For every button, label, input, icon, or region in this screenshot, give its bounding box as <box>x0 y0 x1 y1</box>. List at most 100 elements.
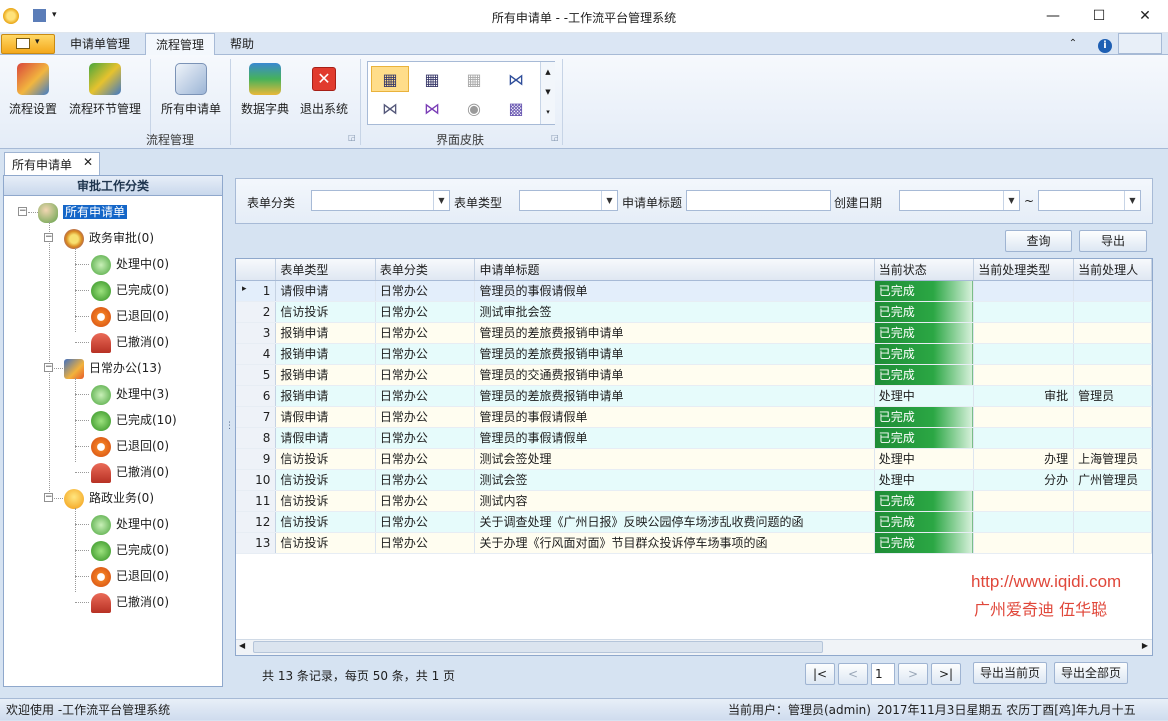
query-button[interactable]: 查询 <box>1005 230 1072 252</box>
form-category-cell: 日常办公 <box>375 532 476 554</box>
last-page-button[interactable]: >| <box>931 663 961 685</box>
status-cell: 已完成 <box>874 364 975 386</box>
tab-help[interactable]: 帮助 <box>220 33 264 55</box>
export-button[interactable]: 导出 <box>1079 230 1147 252</box>
tree-node-processing[interactable]: 处理中(0) <box>91 254 169 275</box>
status-cell: 已完成 <box>874 406 975 428</box>
tree-node-completed[interactable]: 已完成(0) <box>91 280 169 301</box>
tab-application-management[interactable]: 申请单管理 <box>61 33 139 55</box>
chevron-down-icon: ▾ <box>35 37 40 47</box>
tree-connector <box>75 342 89 343</box>
start-date-picker[interactable]: ▼ <box>899 190 1020 211</box>
chevron-down-icon[interactable]: ▼ <box>433 191 449 210</box>
flow-settings-button[interactable]: 流程设置 <box>4 61 62 121</box>
tree-node-returned[interactable]: 已退回(0) <box>91 306 169 327</box>
group-launcher-icon[interactable]: ◲ <box>551 133 559 142</box>
tree-node-daily-office[interactable]: 日常办公(13) <box>64 358 162 379</box>
page-number-input[interactable]: 1 <box>871 663 895 685</box>
next-page-button[interactable]: > <box>898 663 928 685</box>
skin-option-icon[interactable]: ⋈ <box>371 95 409 121</box>
prev-page-button[interactable]: < <box>838 663 868 685</box>
tree-collapse-icon[interactable]: − <box>44 233 53 242</box>
scroll-left-icon[interactable]: ◀ <box>239 641 245 650</box>
welcome-text: 欢迎使用 -工作流平台管理系统 <box>6 703 171 717</box>
first-page-button[interactable]: |< <box>805 663 835 685</box>
skin-option-icon[interactable]: ⋈ <box>497 66 535 92</box>
scrollbar-thumb[interactable] <box>253 641 823 653</box>
group-launcher-icon[interactable]: ◲ <box>348 133 356 142</box>
exit-system-button[interactable]: ✕ 退出系统 <box>296 61 352 121</box>
tree-collapse-icon[interactable]: − <box>44 363 53 372</box>
tree-node-completed[interactable]: 已完成(10) <box>91 410 177 431</box>
document-tab-all-applications[interactable]: 所有申请单 ✕ <box>4 152 100 175</box>
gallery-scroll-icon[interactable]: ▲ ▼ ▾ <box>540 62 555 124</box>
tree-collapse-icon[interactable]: − <box>44 493 53 502</box>
skin-option-icon[interactable]: ▦ <box>371 66 409 92</box>
minimize-button[interactable]: — <box>1030 0 1076 32</box>
close-button[interactable]: ✕ <box>1122 0 1168 32</box>
column-header[interactable]: 当前处理人 <box>1073 259 1152 281</box>
table-row[interactable]: 4 报销申请 日常办公 管理员的差旅费报销申请单 已完成 <box>236 343 1152 365</box>
skin-option-icon[interactable]: ⋈ <box>413 95 451 121</box>
form-category-select[interactable]: ▼ <box>311 190 450 211</box>
tree-node-revoked[interactable]: 已撤消(0) <box>91 332 169 353</box>
chevron-down-icon[interactable]: ▼ <box>601 191 617 210</box>
scroll-right-icon[interactable]: ▶ <box>1142 641 1148 650</box>
column-header[interactable]: 申请单标题 <box>474 259 875 281</box>
data-dictionary-button[interactable]: 数据字典 <box>236 61 294 121</box>
tree-connector <box>75 420 89 421</box>
column-header[interactable]: 当前状态 <box>874 259 975 281</box>
tree-node-completed[interactable]: 已完成(0) <box>91 540 169 561</box>
tree-node-root[interactable]: 所有申请单 <box>38 202 128 223</box>
table-row[interactable]: 2 信访投诉 日常办公 测试审批会签 已完成 <box>236 301 1152 323</box>
tree-node-government-approval[interactable]: 政务审批(0) <box>64 228 154 249</box>
chevron-down-icon[interactable]: ▼ <box>1124 191 1140 210</box>
column-header[interactable]: 表单类型 <box>275 259 376 281</box>
table-row[interactable]: 3 报销申请 日常办公 管理员的差旅费报销申请单 已完成 <box>236 322 1152 344</box>
tree-node-road-affairs[interactable]: 路政业务(0) <box>64 488 154 509</box>
tree-node-returned[interactable]: 已退回(0) <box>91 436 169 457</box>
collapse-ribbon-icon[interactable]: ⌃ <box>1064 33 1082 55</box>
ribbon-search-box[interactable] <box>1118 33 1162 54</box>
table-row[interactable]: 8 请假申请 日常办公 管理员的事假请假单 已完成 <box>236 427 1152 449</box>
form-type-select[interactable]: ▼ <box>519 190 618 211</box>
end-date-picker[interactable]: ▼ <box>1038 190 1141 211</box>
title-input[interactable] <box>686 190 831 211</box>
table-row[interactable]: 12 信访投诉 日常办公 关于调查处理《广州日报》反映公园停车场涉乱收费问题的函 已完成 <box>236 511 1152 533</box>
column-header[interactable]: 表单分类 <box>375 259 476 281</box>
tree-node-revoked[interactable]: 已撤消(0) <box>91 592 169 613</box>
tree-collapse-icon[interactable]: − <box>18 207 27 216</box>
application-menu-button[interactable]: ▾ <box>1 34 55 54</box>
table-row[interactable]: 11 信访投诉 日常办公 测试内容 已完成 <box>236 490 1152 512</box>
info-icon[interactable]: i <box>1096 33 1114 55</box>
skin-option-icon[interactable]: ▦ <box>455 66 493 92</box>
table-row[interactable]: ▸ 1 请假申请 日常办公 管理员的事假请假单 已完成 <box>236 280 1152 302</box>
table-row[interactable]: 5 报销申请 日常办公 管理员的交通费报销申请单 已完成 <box>236 364 1152 386</box>
table-row[interactable]: 13 信访投诉 日常办公 关于办理《行风面对面》节目群众投诉停车场事项的函 已完成 <box>236 532 1152 554</box>
table-row[interactable]: 9 信访投诉 日常办公 测试会签处理 处理中 办理 上海管理员 <box>236 448 1152 470</box>
flow-step-management-button[interactable]: 流程环节管理 <box>66 61 144 121</box>
splitter-handle[interactable]: ⋮ <box>225 422 234 440</box>
export-current-page-button[interactable]: 导出当前页 <box>973 662 1047 684</box>
skin-option-icon[interactable]: ▦ <box>413 66 451 92</box>
tree-connector <box>75 264 89 265</box>
table-row[interactable]: 6 报销申请 日常办公 管理员的差旅费报销申请单 处理中 审批 管理员 <box>236 385 1152 407</box>
close-tab-icon[interactable]: ✕ <box>83 155 93 169</box>
maximize-button[interactable]: ☐ <box>1076 0 1122 32</box>
column-header[interactable]: 当前处理类型 <box>973 259 1075 281</box>
tab-flow-management[interactable]: 流程管理 <box>145 33 215 56</box>
all-applications-button[interactable]: 所有申请单 <box>158 61 224 121</box>
row-number-cell: 3 <box>236 322 277 344</box>
tree-node-revoked[interactable]: 已撤消(0) <box>91 462 169 483</box>
skin-option-icon[interactable]: ▩ <box>497 95 535 121</box>
skin-option-icon[interactable]: ◉ <box>455 95 493 121</box>
table-row[interactable]: 10 信访投诉 日常办公 测试会签 处理中 分办 广州管理员 <box>236 469 1152 491</box>
menu-icon <box>16 38 30 49</box>
skin-gallery[interactable]: ▦ ▦ ▦ ⋈ ⋈ ⋈ ◉ ▩ ▲ ▼ ▾ <box>367 61 555 125</box>
table-row[interactable]: 7 请假申请 日常办公 管理员的事假请假单 已完成 <box>236 406 1152 428</box>
tree-node-processing[interactable]: 处理中(0) <box>91 514 169 535</box>
chevron-down-icon[interactable]: ▼ <box>1003 191 1019 210</box>
tree-node-returned[interactable]: 已退回(0) <box>91 566 169 587</box>
tree-node-processing[interactable]: 处理中(3) <box>91 384 169 405</box>
export-all-pages-button[interactable]: 导出全部页 <box>1054 662 1128 684</box>
